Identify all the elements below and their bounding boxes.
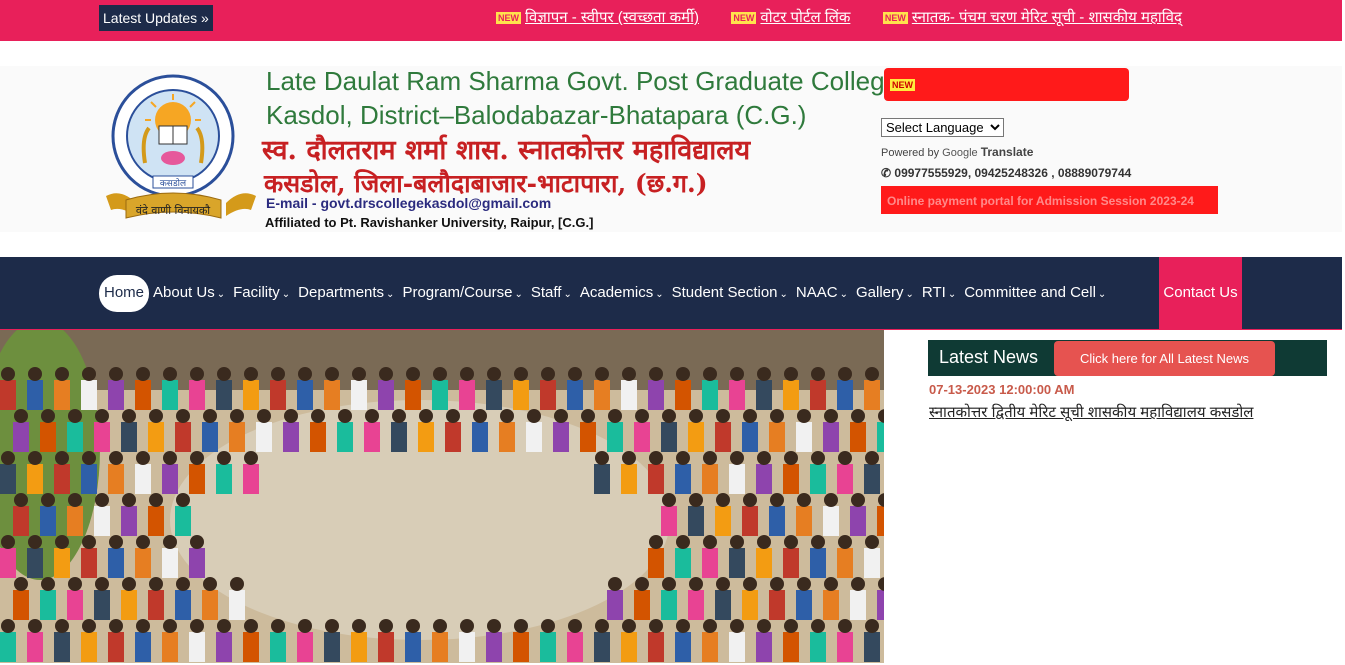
phone-icon: ✆ <box>881 166 892 180</box>
news-item-link[interactable]: स्नातकोत्तर द्वितीय मेरिट सूची शासकीय मह… <box>929 402 1253 422</box>
new-badge-icon: NEW <box>731 12 757 25</box>
nav-item-rti[interactable]: RTI ⌄ <box>918 275 960 312</box>
phone-numbers: ✆ 09977555929, 09425248326 , 08889079744 <box>881 166 1132 180</box>
google-translate-credit: Powered by Google Translate <box>881 145 1034 159</box>
nav-contact-us[interactable]: Contact Us <box>1159 257 1242 329</box>
svg-text:कसडोल: कसडोल <box>160 177 187 189</box>
nav-item-student-section[interactable]: Student Section ⌄ <box>668 275 792 312</box>
updates-marquee: NEW विज्ञापन - स्वीपर (स्वच्छता कर्मी) NE… <box>496 0 1242 38</box>
nav-item-departments[interactable]: Departments ⌄ <box>294 275 398 312</box>
chevron-down-icon: ⌄ <box>386 289 395 300</box>
updates-bar: Latest Updates » NEW विज्ञापन - स्वीपर (स… <box>0 0 1342 41</box>
nav-item-academics[interactable]: Academics ⌄ <box>576 275 668 312</box>
nav-item-committee-and-cell[interactable]: Committee and Cell ⌄ <box>960 275 1110 312</box>
google-logo: Google <box>942 147 978 159</box>
chevron-down-icon: ⌄ <box>1097 289 1107 300</box>
nav-item-gallery[interactable]: Gallery ⌄ <box>852 275 918 312</box>
language-select[interactable]: Select Language <box>881 118 1004 137</box>
chevron-down-icon: ⌄ <box>839 289 848 300</box>
latest-news-title: Latest News <box>939 347 1039 367</box>
logo-motto: वंदे वाणी विनायकौ <box>136 204 210 217</box>
chevron-down-icon: ⌄ <box>563 289 572 300</box>
update-link-sweeper[interactable]: NEW विज्ञापन - स्वीपर (स्वच्छता कर्मी) <box>496 0 699 36</box>
admission-notice-button[interactable]: NEW <box>884 68 1129 101</box>
campus-gathering-photo <box>0 330 884 663</box>
chevron-down-icon: ⌄ <box>655 289 664 300</box>
latest-updates-label: Latest Updates » <box>99 5 213 31</box>
college-logo[interactable]: कसडोल वंदे वाणी विनायकौ <box>101 68 261 228</box>
update-link-merit-list[interactable]: NEW स्नातक- पंचम चरण मेरिट सूची - शासकीय … <box>882 0 1182 36</box>
college-name-hi-line1: स्व. दौलतराम शर्मा शास. स्नातकोत्तर महाव… <box>262 135 751 166</box>
chevron-down-icon: ⌄ <box>281 289 291 300</box>
new-badge-icon: NEW <box>882 12 908 25</box>
college-email: E-mail - govt.drscollegekasdol@gmail.com <box>266 195 552 211</box>
nav-item-staff[interactable]: Staff ⌄ <box>527 275 576 312</box>
chevron-down-icon: ⌄ <box>216 289 226 300</box>
nav-item-home[interactable]: Home <box>99 275 150 312</box>
update-link-voter-portal[interactable]: NEW वोटर पोर्टल लिंक <box>731 0 850 36</box>
chevron-down-icon: ⌄ <box>905 289 914 300</box>
payment-portal-button[interactable]: Online payment portal for Admission Sess… <box>881 186 1218 214</box>
nav-item-naac[interactable]: NAAC ⌄ <box>792 275 852 312</box>
affiliation-text: Affiliated to Pt. Ravishanker University… <box>265 215 594 230</box>
news-date: 07-13-2023 12:00:00 AM <box>929 382 1075 397</box>
main-navigation: Home About Us ⌄ Facility ⌄ Departments ⌄ Progra… <box>0 257 1342 330</box>
college-name-en-line2: Kasdol, District–Balodabazar-Bhatapara (… <box>266 100 807 130</box>
nav-item-program-course[interactable]: Program/Course ⌄ <box>398 275 526 312</box>
new-badge-icon: NEW <box>496 12 521 25</box>
nav-item-facility[interactable]: Facility ⌄ <box>229 275 294 312</box>
college-name-en-line1: Late Daulat Ram Sharma Govt. Post Gradua… <box>266 66 899 96</box>
all-latest-news-button[interactable]: Click here for All Latest News <box>1054 341 1275 376</box>
new-badge-icon: NEW <box>890 79 915 91</box>
nav-item-about-us[interactable]: About Us ⌄ <box>149 275 229 312</box>
chevron-down-icon: ⌄ <box>779 289 788 300</box>
chevron-down-icon: ⌄ <box>514 289 523 300</box>
chevron-down-icon: ⌄ <box>947 289 957 300</box>
